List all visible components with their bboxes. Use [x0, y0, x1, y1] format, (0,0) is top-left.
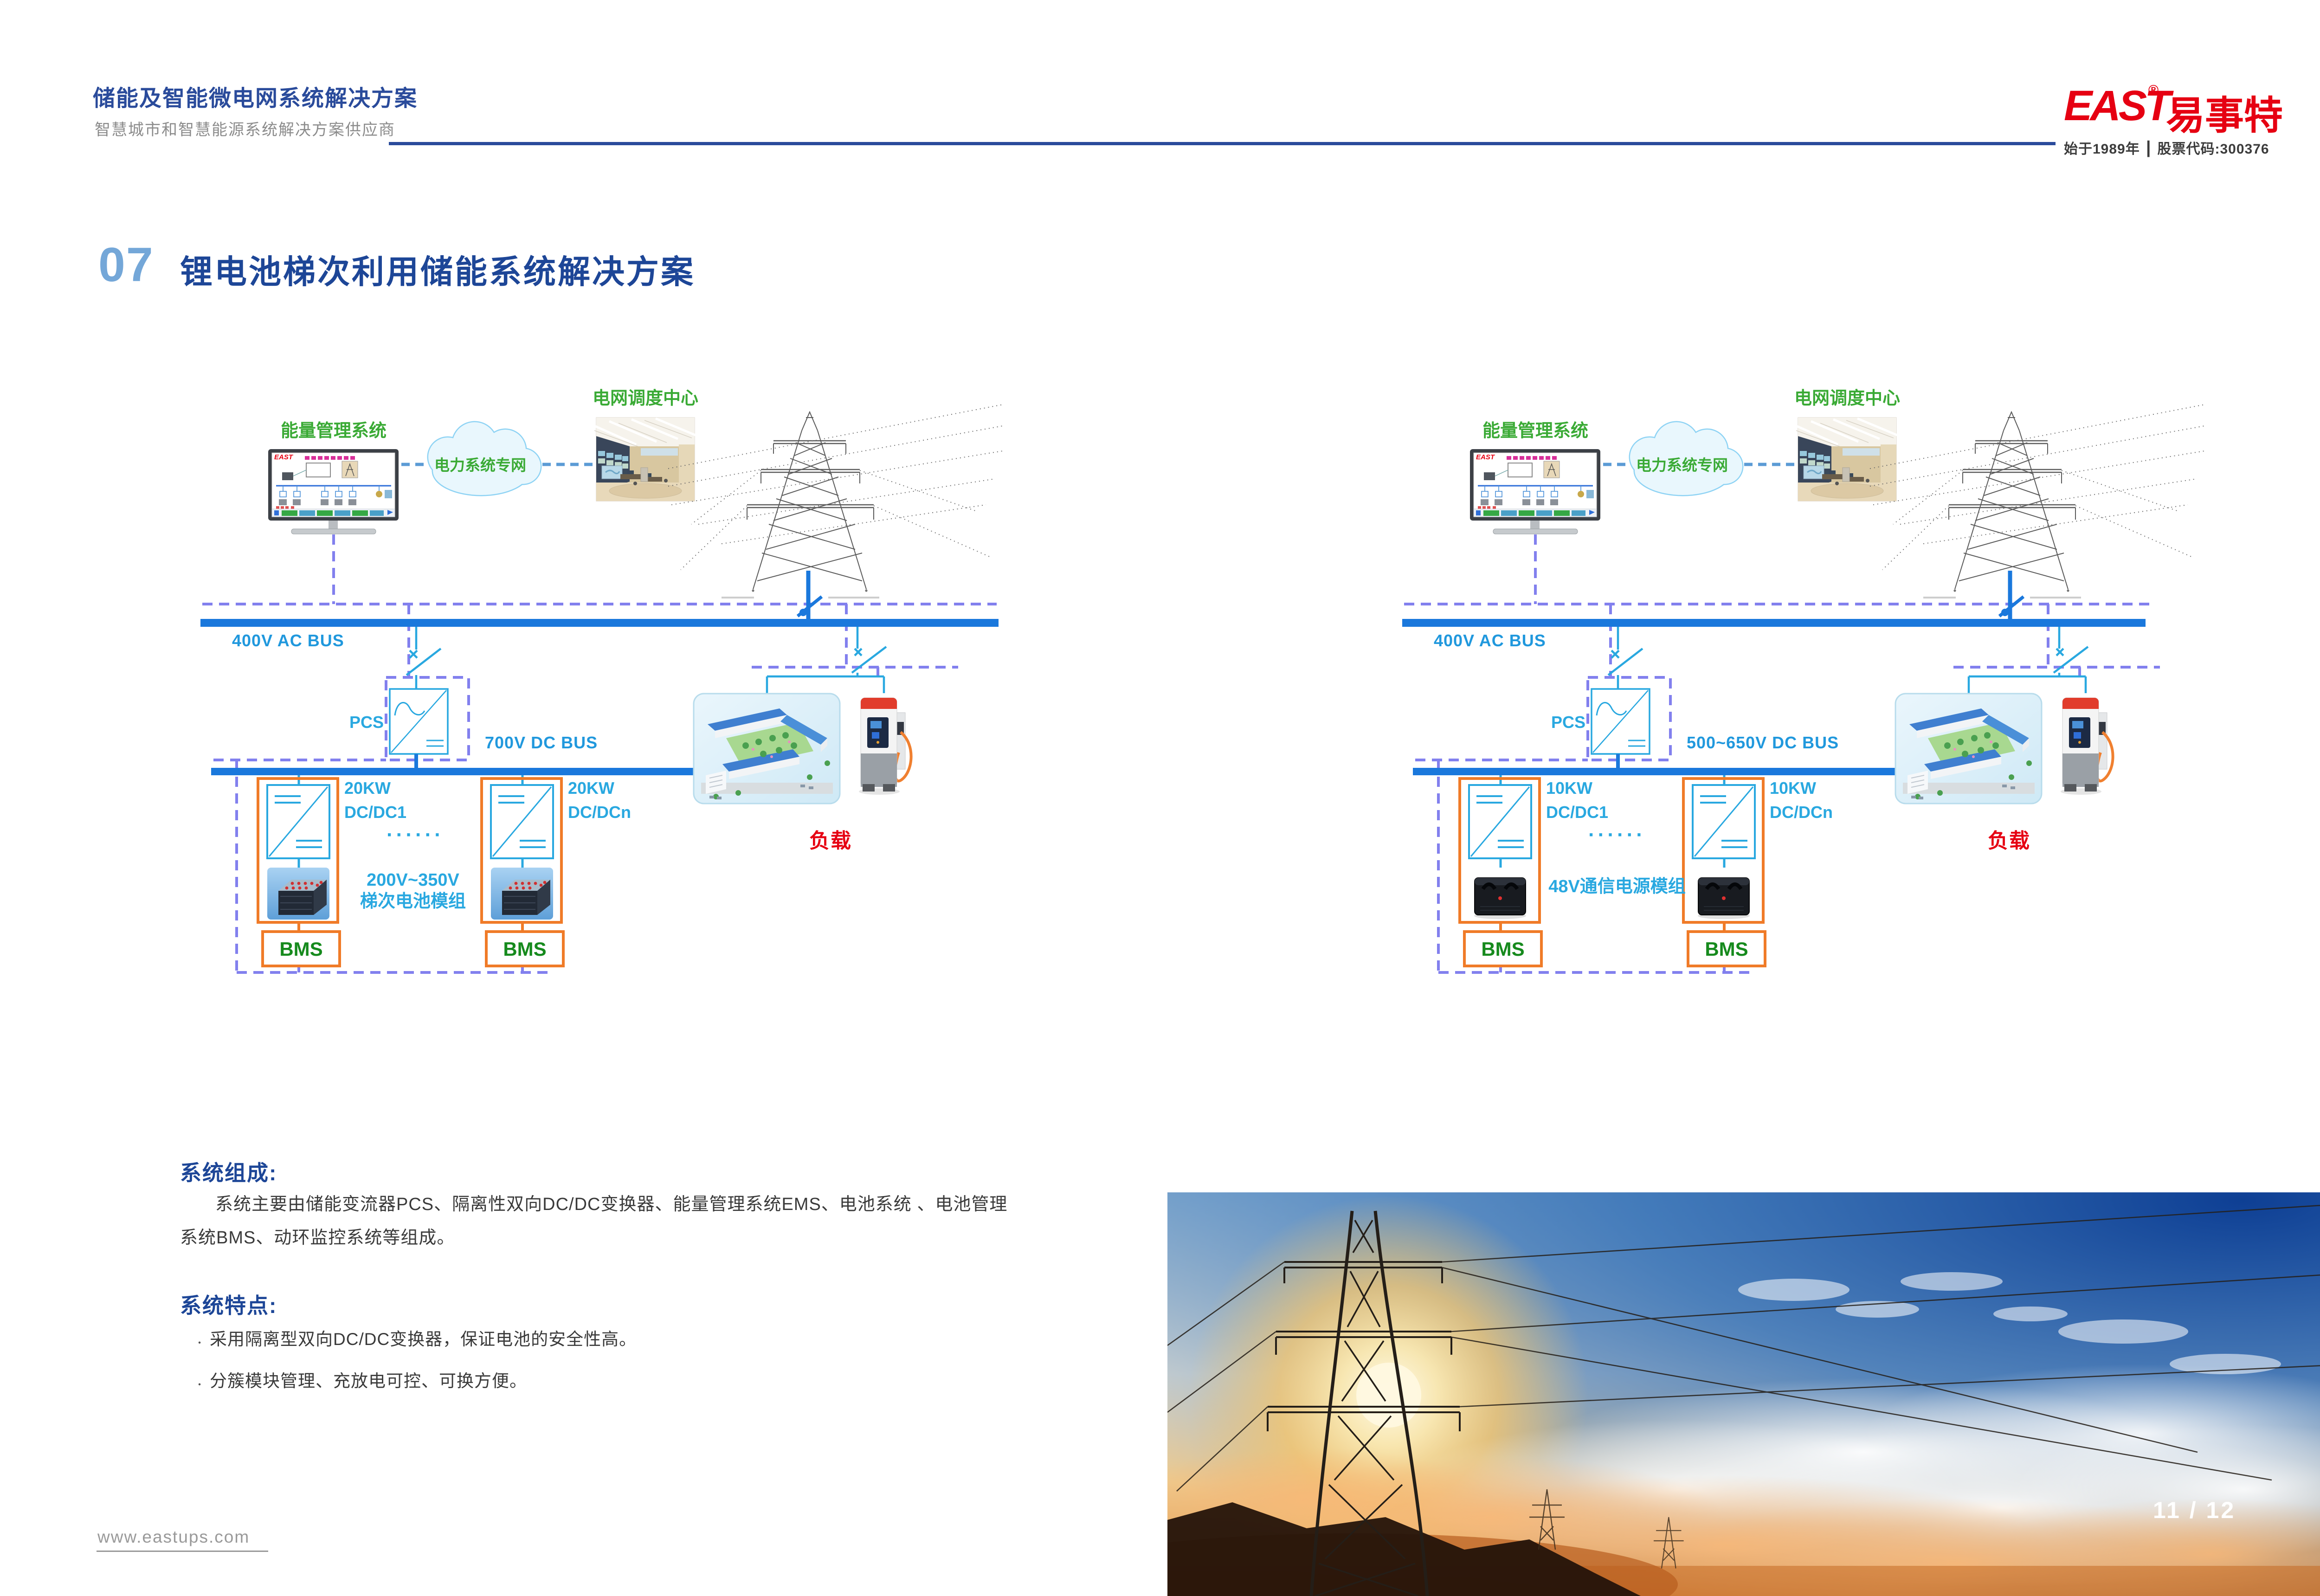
dcdcn-power-label: 10KW: [1770, 779, 1816, 798]
feature-text-2: 分簇模块管理、充放电可控、可换方便。: [210, 1371, 527, 1390]
bms-label-1: BMS: [1464, 938, 1541, 960]
comm-power-module-image: [1698, 878, 1750, 919]
building-image: [694, 694, 840, 804]
feature-text-1: 采用隔离型双向DC/DC变换器，保证电池的安全性高。: [210, 1330, 637, 1349]
ems-label: 能量管理系统: [250, 421, 417, 442]
feature-item-1: •采用隔离型双向DC/DC变换器，保证电池的安全性高。: [189, 1325, 637, 1350]
ac-bus-label: 400V AC BUS: [232, 631, 344, 650]
bms-label-1: BMS: [263, 938, 340, 960]
load-label: 负载: [1963, 830, 2056, 853]
ev-charger-image: [2061, 698, 2113, 795]
feature-item-2: •分簇模块管理、充放电可控、可换方便。: [189, 1367, 527, 1392]
dcdc-branch-1: [1460, 775, 1541, 966]
battery-label-line2: 梯次电池模组: [336, 892, 490, 912]
page-number: 11 / 12: [2153, 1497, 2236, 1524]
dc-bus-bar: [211, 768, 726, 775]
diagram-line-art: [188, 371, 1005, 984]
bms-label-n: BMS: [486, 938, 563, 960]
header-divider: [389, 142, 2056, 145]
dispatch-center-label: 电网调度中心: [576, 389, 715, 409]
bullet-icon: •: [189, 1381, 210, 1389]
pcs-branch: [1592, 627, 1650, 768]
bullet-icon: •: [189, 1339, 210, 1347]
building-image: [1895, 694, 2042, 804]
brochure-page: 储能及智能微电网系统解决方案 智慧城市和智慧能源系统解决方案供应商 EAST ®…: [0, 0, 2320, 1596]
dcdcn-name-label: DC/DCn: [568, 803, 631, 822]
ac-bus-bar: [200, 619, 999, 627]
sunset-tower-photo: [1167, 1192, 2320, 1596]
monitor-icon: [1470, 449, 1600, 534]
pcs-label: PCS: [1543, 713, 1585, 732]
page-header-title: 储能及智能微电网系统解决方案: [93, 80, 418, 112]
control-room-photo: [593, 418, 696, 501]
pcs-label: PCS: [341, 713, 384, 732]
ellipsis-dots: ······: [374, 824, 457, 847]
ems-screen-logo: EAST: [274, 453, 293, 461]
ac-bus-label: 400V AC BUS: [1434, 631, 1546, 650]
dcdc1-name-label: DC/DC1: [1546, 803, 1608, 822]
logo-tagline: 始于1989年 ┃ 股票代码:300376: [2064, 137, 2269, 158]
composition-title: 系统组成:: [180, 1156, 277, 1187]
load-branch: [767, 627, 886, 694]
battery-pack-image: [491, 868, 553, 920]
battery-pack-image: [267, 868, 329, 920]
dcdc1-name-label: DC/DC1: [344, 803, 406, 822]
diagram-line-art: [1390, 371, 2206, 984]
ems-screen-logo: EAST: [1476, 453, 1495, 461]
dcdc-converter-icon: [491, 785, 553, 858]
bms-label-n: BMS: [1688, 938, 1765, 960]
dcdc-branch-n: [482, 775, 563, 966]
load-branch: [1969, 627, 2088, 694]
ems-label: 能量管理系统: [1452, 421, 1619, 442]
ev-charger-image: [859, 698, 911, 795]
dcdc-converter-icon: [1469, 785, 1531, 858]
dc-bus-label: 500~650V DC BUS: [1687, 733, 1839, 752]
ellipsis-dots: ······: [1575, 824, 1659, 847]
dc-bus-label: 700V DC BUS: [485, 733, 598, 752]
dispatch-center-label: 电网调度中心: [1778, 389, 1917, 409]
control-room-photo: [1794, 418, 1897, 501]
pcs-branch: [390, 627, 448, 768]
east-logo-chinese: 易事特: [2166, 84, 2283, 141]
grid-feed-breaker: [1999, 571, 2024, 622]
comm-power-module-image: [1474, 878, 1526, 919]
system-diagram-left: 能量管理系统 EAST 电力系统专网 电网调度中心 400V AC BUS PC…: [188, 371, 1005, 984]
grid-feed-breaker: [798, 571, 822, 622]
dcdc-branch-n: [1683, 775, 1765, 966]
load-label: 负载: [784, 830, 877, 853]
dcdc1-power-label: 10KW: [1546, 779, 1592, 798]
section-number: 07: [98, 238, 154, 293]
page-header-subtitle: 智慧城市和智慧能源系统解决方案供应商: [95, 117, 395, 140]
dcdc-converter-icon: [1693, 785, 1755, 858]
features-title: 系统特点:: [180, 1289, 277, 1319]
system-diagram-right: 能量管理系统 EAST 电力系统专网 电网调度中心 400V AC BUS PC…: [1390, 371, 2206, 984]
dcdc-branch-1: [258, 775, 340, 966]
transmission-tower-sketch: [668, 405, 1003, 598]
website-link[interactable]: www.eastups.com: [97, 1527, 268, 1552]
dcdcn-power-label: 20KW: [568, 779, 614, 798]
dcdc-converter-icon: [267, 785, 329, 858]
power-network-label: 电力系统专网: [1624, 457, 1740, 474]
dc-bus-bar: [1413, 768, 1928, 775]
ac-bus-bar: [1402, 619, 2146, 627]
dcdc1-power-label: 20KW: [344, 779, 391, 798]
dcdcn-name-label: DC/DCn: [1770, 803, 1833, 822]
power-network-label: 电力系统专网: [422, 457, 538, 474]
composition-body: 系统主要由储能变流器PCS、隔离性双向DC/DC变换器、能量管理系统EMS、电池…: [180, 1188, 1015, 1255]
battery-label-line1: 48V通信电源模组: [1529, 877, 1705, 897]
section-title: 锂电池梯次利用储能系统解决方案: [180, 246, 695, 293]
transmission-tower-sketch: [1870, 405, 2204, 598]
battery-label-line1: 200V~350V: [336, 870, 490, 891]
registered-mark-icon: ®: [2148, 83, 2159, 98]
monitor-icon: [268, 449, 399, 534]
